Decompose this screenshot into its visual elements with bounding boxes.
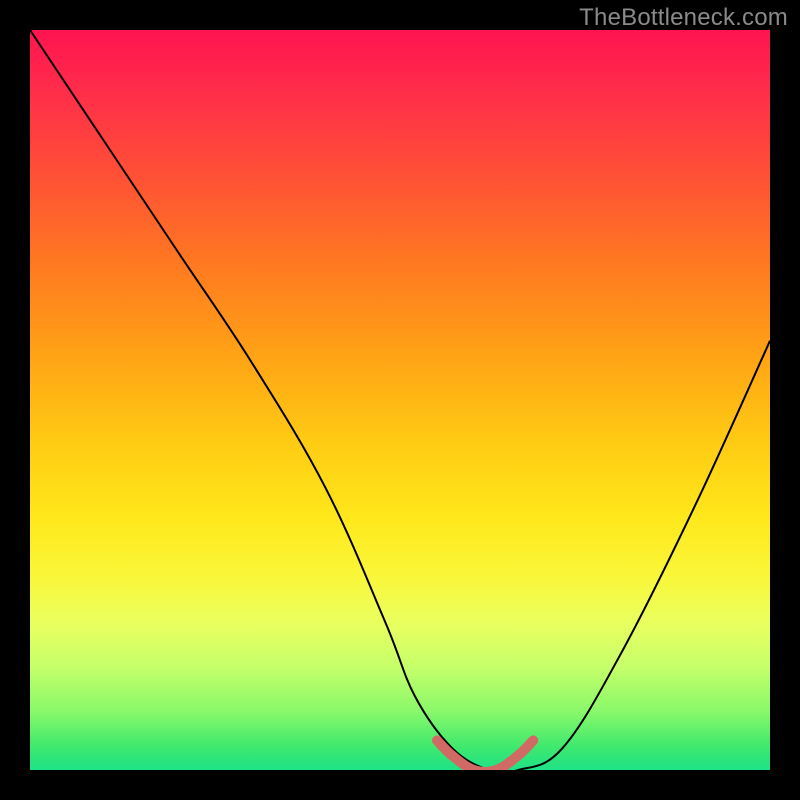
- chart-frame: TheBottleneck.com: [0, 0, 800, 800]
- watermark-text: TheBottleneck.com: [579, 4, 788, 32]
- chart-svg: [30, 30, 770, 770]
- series-curve: [30, 30, 770, 770]
- plot-area: [30, 30, 770, 770]
- series-highlight: [437, 740, 533, 770]
